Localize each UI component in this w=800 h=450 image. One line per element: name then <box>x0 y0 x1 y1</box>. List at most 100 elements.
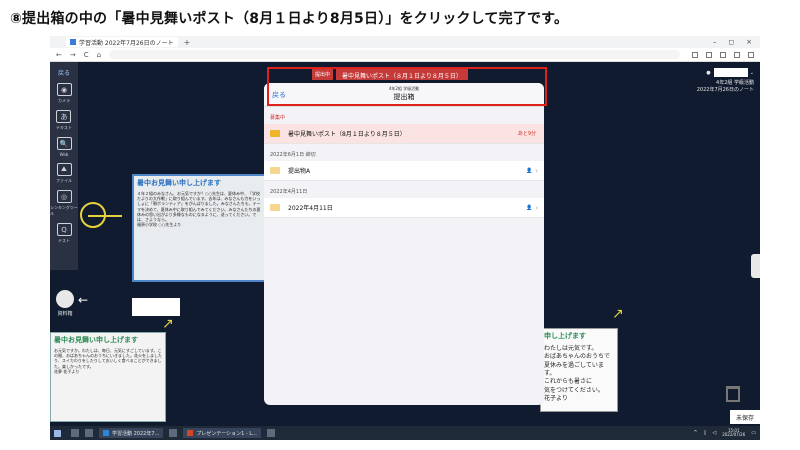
taskbar-app-presentation[interactable]: プレゼンテーション1 - L... <box>183 428 261 438</box>
close-button[interactable]: × <box>746 38 752 46</box>
user-class: 4年2組 学級活動 <box>716 80 754 86</box>
user-area: ● ⌄ 4年2組 学級活動 2022年7月26日のノート <box>688 68 754 93</box>
reload-icon[interactable]: C <box>84 51 89 59</box>
maximize-button[interactable]: ◻ <box>728 38 734 46</box>
profile-icon[interactable] <box>734 51 740 58</box>
submission-row-label: 暑中見舞いポスト（8月１日より８月５日） <box>288 131 406 138</box>
section-label-open: 募集中 <box>270 115 286 121</box>
taskbar-app-label: 学習活動 2022年7... <box>112 430 160 437</box>
back-arrow-icon[interactable]: ← <box>56 51 62 59</box>
chevron-down-icon[interactable]: ⌄ <box>750 70 754 76</box>
side-panel-handle[interactable] <box>751 254 760 278</box>
materials-box-label: 資料箱 <box>57 311 73 317</box>
submission-box-icon <box>270 204 280 211</box>
toolbar-camera[interactable]: ◉ カメラ <box>56 83 72 104</box>
task-view-icon[interactable] <box>71 429 79 437</box>
taskbar-app-label: プレゼンテーション1 - L... <box>196 430 257 437</box>
unsaved-badge: 未保存 <box>730 410 760 424</box>
browser-pinned-icon[interactable] <box>85 429 93 437</box>
toolbar-file-label: ファイル <box>56 178 72 183</box>
user-icon[interactable]: ● <box>706 70 710 76</box>
section-label-april: 2022年4月11日 <box>270 189 308 195</box>
card-title: 暑中お見舞い申し上げます <box>137 179 221 187</box>
user-name-redacted <box>714 68 749 77</box>
board-card-student-left[interactable]: 暑中お見舞い申し上げます お元気ですか。わたしは、毎日、元気にすごしています。こ… <box>50 332 166 422</box>
note-title: 2022年7月26日のノート <box>696 87 754 93</box>
submission-row-label: 提出物A <box>288 168 311 175</box>
browser-tab[interactable]: 学習活動 2022年7月26日のノート <box>66 37 178 47</box>
toolbar-text[interactable]: あ テキスト <box>56 110 72 131</box>
materials-box-button[interactable]: 資料箱 <box>56 290 74 317</box>
left-arrow-icon: ← <box>78 293 89 307</box>
submission-row-summer-greeting[interactable]: 暑中見舞いポスト（8月１日より８月５日） あと9分 <box>264 124 544 144</box>
toolbar-web[interactable]: 🔍 Web <box>56 137 72 157</box>
person-icon: 👤 <box>525 204 533 211</box>
address-bar: ← → C ⌂ <box>50 48 760 62</box>
submission-box-icon <box>270 167 280 174</box>
tray-chevron-icon[interactable]: ^ <box>693 430 697 436</box>
board-card-teacher[interactable]: 暑中お見舞い申し上げます ４年２組のみなさん、お元気ですか？○○先生は、夏休み中… <box>132 174 268 282</box>
notification-icon[interactable]: ▭ <box>751 430 756 436</box>
submission-row-april[interactable]: 2022年4月11日 👤 › <box>264 198 544 218</box>
tab-title: 学習活動 2022年7月26日のノート <box>79 39 174 47</box>
trash-icon[interactable] <box>726 386 740 402</box>
drawn-arrow-icon: ↗ <box>162 316 174 332</box>
app-icon <box>187 430 194 436</box>
quiz-icon: Q <box>56 223 72 236</box>
clock[interactable]: 15:01 2022/07/26 <box>722 428 746 438</box>
submission-row-label: 2022年4月11日 <box>288 205 333 212</box>
favicon-icon <box>70 39 76 45</box>
chevron-right-icon: › <box>535 203 538 212</box>
toolbar-thinking-tool[interactable]: ◎ シンキングツール <box>50 190 78 217</box>
thinking-tool-icon: ◎ <box>56 190 72 203</box>
network-icon[interactable]: ▯ <box>704 430 707 436</box>
start-button-icon[interactable] <box>54 429 61 437</box>
whiteboard: 戻る ◉ カメラ あ テキスト 🔍 Web ⛰ ファイル ◎ シンキングツール <box>50 62 760 426</box>
collections-icon[interactable] <box>720 51 726 58</box>
web-icon: 🔍 <box>56 137 72 150</box>
chevron-right-icon: › <box>535 166 538 175</box>
drawn-arrow-icon: ↗ <box>612 306 624 322</box>
toolbar-thinking-tool-label: シンキングツール <box>50 205 78 216</box>
file-icon: ⛰ <box>56 163 72 176</box>
card-body: ４年２組のみなさん、お元気ですか？○○先生は、夏休み中、「学校だよりの大作戦」に… <box>137 191 261 223</box>
time-remaining-badge: あと9分 <box>517 131 536 137</box>
toolbar-camera-label: カメラ <box>58 98 70 103</box>
toolbar-back-link[interactable]: 戻る <box>58 68 70 77</box>
person-icon: 👤 <box>525 167 533 174</box>
edge-icon[interactable] <box>266 429 275 437</box>
redacted-box <box>132 298 180 316</box>
card-title: 暑中お見舞い申し上げます <box>54 336 138 344</box>
toolbar-text-label: テキスト <box>56 125 72 130</box>
section-label-june: 2022年6月1日 締切 <box>270 152 316 158</box>
new-tab-button[interactable]: + <box>184 38 191 47</box>
toolbar-quiz-label: テスト <box>58 238 70 243</box>
toolbar-quiz[interactable]: Q テスト <box>56 223 72 244</box>
taskbar-app-study[interactable]: 学習活動 2022年7... <box>99 428 164 438</box>
minimize-button[interactable]: – <box>713 38 717 46</box>
instruction-caption: ⑧提出箱の中の「暑中見舞いポスト（8月１日より8月5日）」をクリックして完了です… <box>10 11 569 27</box>
toolbar-file[interactable]: ⛰ ファイル <box>56 163 72 184</box>
windows-taskbar: 学習活動 2022年7... プレゼンテーション1 - L... ^ ▯ ◁ 1… <box>50 426 760 440</box>
url-field[interactable] <box>109 50 680 59</box>
volume-icon[interactable]: ◁ <box>712 430 716 436</box>
materials-box-icon <box>56 290 74 308</box>
browser-titlebar: 学習活動 2022年7月26日のノート + – ◻ × <box>50 36 760 48</box>
text-icon: あ <box>56 110 72 123</box>
explorer-icon[interactable] <box>169 429 178 437</box>
board-card-student-right[interactable]: 申し上げます わたしは元気です。 おばあちゃんのおうちで 夏休みを過ごしています… <box>540 328 618 412</box>
camera-icon: ◉ <box>56 83 72 96</box>
more-menu-icon[interactable] <box>748 51 754 58</box>
toolbar-web-label: Web <box>59 152 69 157</box>
submission-row-a[interactable]: 提出物A 👤 › <box>264 161 544 181</box>
card-signature: 花夢 花子より <box>54 368 80 374</box>
card-signature: 花子より <box>544 395 568 403</box>
submission-box-dialog: 戻る 4年2組 学級活動 提出箱 募集中 暑中見舞いポスト（8月１日より８月５日… <box>264 83 544 405</box>
home-icon[interactable]: ⌂ <box>97 51 101 59</box>
clock-date: 2022/07/26 <box>722 432 746 437</box>
forward-arrow-icon[interactable]: → <box>70 51 76 59</box>
submission-box-icon <box>270 130 280 137</box>
extension-icon[interactable] <box>692 51 698 58</box>
left-toolbar: 戻る ◉ カメラ あ テキスト 🔍 Web ⛰ ファイル ◎ シンキングツール <box>50 62 78 270</box>
favorites-icon[interactable] <box>706 51 712 58</box>
